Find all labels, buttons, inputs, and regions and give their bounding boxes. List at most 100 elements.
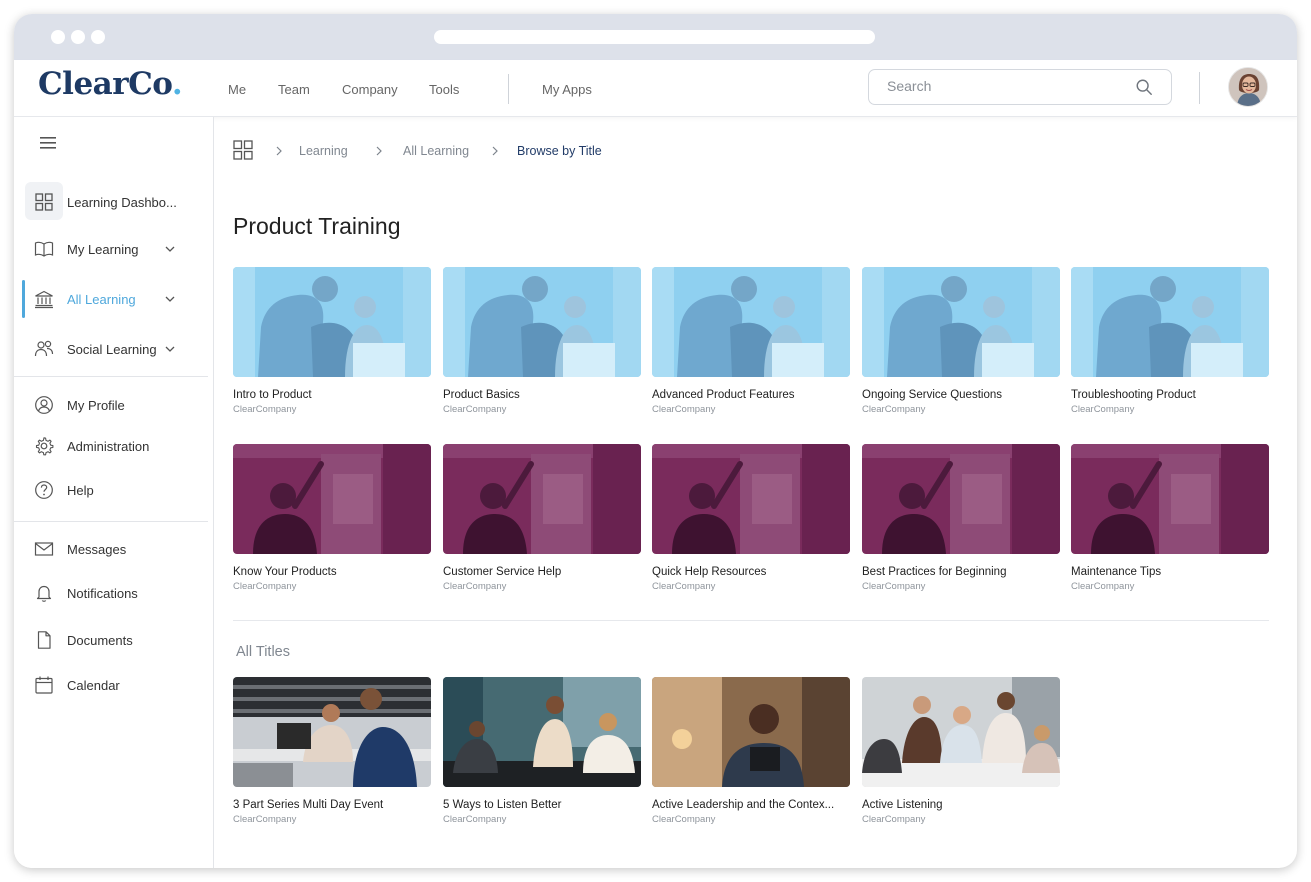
search-icon[interactable] bbox=[1135, 78, 1153, 96]
main-content: Learning All Learning Browse by Title Pr… bbox=[215, 117, 1297, 868]
course-title[interactable]: Quick Help Resources bbox=[652, 566, 850, 578]
address-bar[interactable] bbox=[434, 30, 875, 44]
course-thumbnail-blue[interactable] bbox=[233, 267, 431, 377]
nav-item-team[interactable]: Team bbox=[278, 82, 310, 97]
course-provider: ClearCompany bbox=[652, 581, 716, 592]
course-thumbnail-photo[interactable] bbox=[443, 677, 641, 787]
course-card[interactable]: 3 Part Series Multi Day Event ClearCompa… bbox=[233, 677, 431, 825]
course-title[interactable]: 3 Part Series Multi Day Event bbox=[233, 799, 431, 811]
breadcrumb-browse-by-title[interactable]: Browse by Title bbox=[517, 144, 602, 158]
top-navigation: ClearCo. Me Team Company Tools My Apps bbox=[14, 60, 1297, 117]
course-card[interactable]: Product Basics ClearCompany bbox=[443, 267, 641, 415]
course-title[interactable]: Product Basics bbox=[443, 389, 641, 401]
sidebar: Learning Dashbo... My Learning All Learn… bbox=[14, 117, 214, 868]
window-dot-minimize[interactable] bbox=[71, 30, 85, 44]
course-title[interactable]: Customer Service Help bbox=[443, 566, 641, 578]
course-provider: ClearCompany bbox=[443, 404, 507, 415]
course-thumbnail-purple[interactable] bbox=[233, 444, 431, 554]
course-title[interactable]: Troubleshooting Product bbox=[1071, 389, 1269, 401]
course-provider: ClearCompany bbox=[1071, 404, 1135, 415]
sidebar-item-notifications[interactable]: Notifications bbox=[14, 574, 214, 612]
document-icon bbox=[37, 631, 51, 649]
nav-item-company[interactable]: Company bbox=[342, 82, 398, 97]
course-title[interactable]: Intro to Product bbox=[233, 389, 431, 401]
course-thumbnail-blue[interactable] bbox=[443, 267, 641, 377]
course-card[interactable]: Intro to Product ClearCompany bbox=[233, 267, 431, 415]
sidebar-item-label: Documents bbox=[67, 633, 133, 648]
nav-item-me[interactable]: Me bbox=[228, 82, 246, 97]
course-thumbnail-blue[interactable] bbox=[862, 267, 1060, 377]
grid-icon bbox=[35, 193, 53, 211]
sidebar-item-all-learning[interactable]: All Learning bbox=[14, 280, 214, 318]
course-title[interactable]: Advanced Product Features bbox=[652, 389, 850, 401]
sidebar-item-my-profile[interactable]: My Profile bbox=[14, 386, 214, 424]
chevron-down-icon[interactable] bbox=[164, 293, 176, 305]
sidebar-item-learning-dashboard[interactable]: Learning Dashbo... bbox=[14, 182, 214, 221]
breadcrumb-all-learning[interactable]: All Learning bbox=[403, 144, 469, 158]
chevron-right-icon bbox=[276, 146, 282, 156]
course-thumbnail-purple[interactable] bbox=[443, 444, 641, 554]
sidebar-item-documents[interactable]: Documents bbox=[14, 621, 214, 659]
course-card[interactable]: Ongoing Service Questions ClearCompany bbox=[862, 267, 1060, 415]
hamburger-menu-icon[interactable] bbox=[40, 137, 56, 149]
course-card[interactable]: 5 Ways to Listen Better ClearCompany bbox=[443, 677, 641, 825]
course-thumbnail-purple[interactable] bbox=[652, 444, 850, 554]
course-card[interactable]: Customer Service Help ClearCompany bbox=[443, 444, 641, 592]
bell-icon bbox=[36, 585, 52, 602]
course-card[interactable]: Maintenance Tips ClearCompany bbox=[1071, 444, 1269, 592]
brand-logo[interactable]: ClearCo. bbox=[38, 66, 183, 102]
course-card[interactable]: Active Leadership and the Contex... Clea… bbox=[652, 677, 850, 825]
sidebar-item-calendar[interactable]: Calendar bbox=[14, 666, 214, 704]
course-card[interactable]: Active Listening ClearCompany bbox=[862, 677, 1060, 825]
course-title[interactable]: Best Practices for Beginning bbox=[862, 566, 1060, 578]
chevron-right-icon bbox=[492, 146, 498, 156]
avatar[interactable] bbox=[1228, 67, 1268, 107]
section-title: All Titles bbox=[236, 644, 290, 660]
apps-grid-icon[interactable] bbox=[233, 140, 253, 160]
sidebar-divider bbox=[14, 376, 208, 377]
course-thumbnail-photo[interactable] bbox=[652, 677, 850, 787]
course-title[interactable]: 5 Ways to Listen Better bbox=[443, 799, 641, 811]
search-input[interactable] bbox=[887, 78, 1117, 94]
nav-divider bbox=[508, 74, 509, 104]
course-title[interactable]: Know Your Products bbox=[233, 566, 431, 578]
course-card[interactable]: Troubleshooting Product ClearCompany bbox=[1071, 267, 1269, 415]
sidebar-item-messages[interactable]: Messages bbox=[14, 530, 214, 568]
course-title[interactable]: Ongoing Service Questions bbox=[862, 389, 1060, 401]
sidebar-item-my-learning[interactable]: My Learning bbox=[14, 230, 214, 268]
course-provider: ClearCompany bbox=[233, 581, 297, 592]
course-provider: ClearCompany bbox=[862, 814, 926, 825]
sidebar-item-help[interactable]: Help bbox=[14, 471, 214, 509]
course-thumbnail-photo[interactable] bbox=[233, 677, 431, 787]
sidebar-item-label: Calendar bbox=[67, 678, 120, 693]
people-icon bbox=[34, 340, 54, 357]
course-thumbnail-purple[interactable] bbox=[862, 444, 1060, 554]
sidebar-item-label: Help bbox=[67, 483, 94, 498]
sidebar-item-administration[interactable]: Administration bbox=[14, 427, 214, 465]
course-thumbnail-blue[interactable] bbox=[1071, 267, 1269, 377]
course-provider: ClearCompany bbox=[862, 581, 926, 592]
chevron-down-icon[interactable] bbox=[164, 343, 176, 355]
chevron-right-icon bbox=[376, 146, 382, 156]
breadcrumb-learning[interactable]: Learning bbox=[299, 144, 348, 158]
course-card[interactable]: Best Practices for Beginning ClearCompan… bbox=[862, 444, 1060, 592]
sidebar-item-social-learning[interactable]: Social Learning bbox=[14, 330, 214, 368]
window-dot-maximize[interactable] bbox=[91, 30, 105, 44]
browser-chrome bbox=[14, 14, 1297, 60]
nav-item-tools[interactable]: Tools bbox=[429, 82, 459, 97]
course-card[interactable]: Quick Help Resources ClearCompany bbox=[652, 444, 850, 592]
course-thumbnail-photo[interactable] bbox=[862, 677, 1060, 787]
course-card[interactable]: Know Your Products ClearCompany bbox=[233, 444, 431, 592]
nav-item-my-apps[interactable]: My Apps bbox=[542, 82, 592, 97]
course-title[interactable]: Maintenance Tips bbox=[1071, 566, 1269, 578]
course-card[interactable]: Advanced Product Features ClearCompany bbox=[652, 267, 850, 415]
window-dot-close[interactable] bbox=[51, 30, 65, 44]
envelope-icon bbox=[34, 542, 54, 556]
search-box[interactable] bbox=[868, 69, 1172, 105]
course-title[interactable]: Active Leadership and the Contex... bbox=[652, 799, 850, 811]
chevron-down-icon[interactable] bbox=[164, 243, 176, 255]
course-thumbnail-blue[interactable] bbox=[652, 267, 850, 377]
course-title[interactable]: Active Listening bbox=[862, 799, 1060, 811]
course-thumbnail-purple[interactable] bbox=[1071, 444, 1269, 554]
sidebar-item-label: All Learning bbox=[67, 292, 136, 307]
